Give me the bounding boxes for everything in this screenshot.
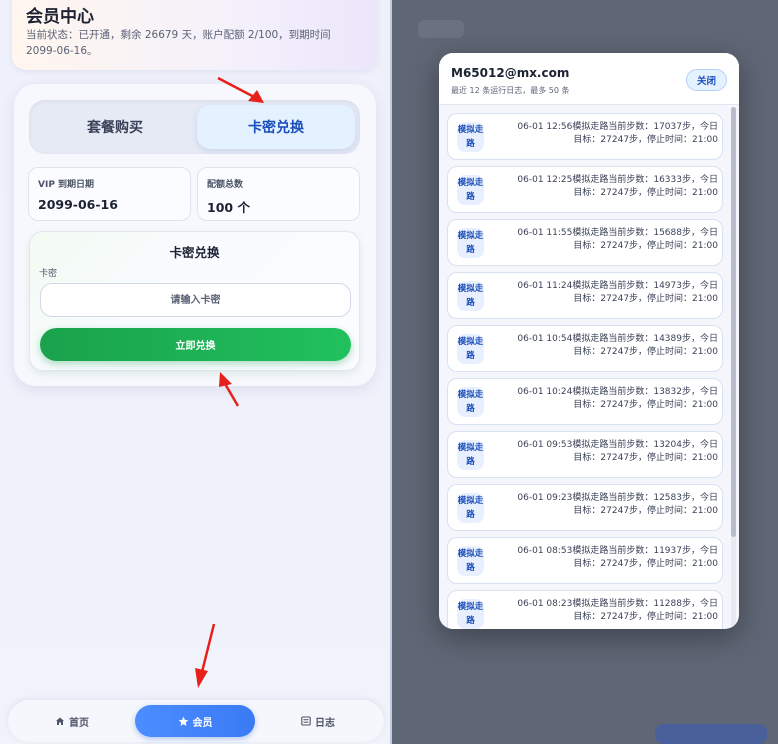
log-tag: 模拟走路 xyxy=(457,546,484,576)
stat-label: VIP 到期日期 xyxy=(38,180,95,190)
close-button[interactable]: 关闭 xyxy=(686,69,727,91)
log-line: 目标：27247步，停止时间：21:00 xyxy=(573,506,718,516)
log-text: 06-01 12:25模拟走路当前步数：16333步，今日目标：27247步，停… xyxy=(498,174,718,200)
log-modal: M65012@mx.com 最近 12 条运行日志，最多 50 条 关闭 模拟走… xyxy=(439,53,739,629)
modal-header: M65012@mx.com 最近 12 条运行日志，最多 50 条 关闭 xyxy=(439,53,739,105)
log-line: 目标：27247步，停止时间：21:00 xyxy=(573,400,718,410)
log-text: 06-01 12:56模拟走路当前步数：17037步，今日目标：27247步，停… xyxy=(498,121,718,147)
tab-bar: 套餐购买 卡密兑换 xyxy=(29,100,360,154)
log-line: 06-01 11:24模拟走路当前步数：14973步，今日 xyxy=(517,281,718,291)
log-tag: 模拟走路 xyxy=(457,281,484,311)
page-title: 会员中心 xyxy=(26,7,94,27)
log-text: 06-01 11:55模拟走路当前步数：15688步，今日目标：27247步，停… xyxy=(498,227,718,253)
log-tag: 模拟走路 xyxy=(457,334,484,364)
log-item: 模拟走路 06-01 08:23模拟走路当前步数：11288步，今日目标：272… xyxy=(447,590,723,629)
bottom-nav: 首页 会员 日志 xyxy=(8,700,384,742)
nav-item-label: 会员 xyxy=(192,717,213,729)
log-tag: 模拟走路 xyxy=(457,599,484,629)
log-line: 目标：27247步，停止时间：21:00 xyxy=(573,294,718,304)
modal-subtitle: 最近 12 条运行日志，最多 50 条 xyxy=(451,86,570,95)
log-item: 模拟走路 06-01 11:24模拟走路当前步数：14973步，今日目标：272… xyxy=(447,272,723,319)
log-text: 06-01 10:54模拟走路当前步数：14389步，今日目标：27247步，停… xyxy=(498,333,718,359)
scrollbar-thumb[interactable] xyxy=(731,107,736,537)
nav-item-member[interactable]: 会员 xyxy=(135,705,255,737)
log-line: 目标：27247步，停止时间：21:00 xyxy=(573,612,718,622)
log-text: 06-01 11:24模拟走路当前步数：14973步，今日目标：27247步，停… xyxy=(498,280,718,306)
member-status-text: 当前状态：已开通，剩余 26679 天，账户配额 2/100，到期时间 2099… xyxy=(26,29,331,57)
log-line: 目标：27247步，停止时间：21:00 xyxy=(573,559,718,569)
log-item: 模拟走路 06-01 09:23模拟走路当前步数：12583步，今日目标：272… xyxy=(447,484,723,531)
quota-total-stat: 配额总数 100 个 xyxy=(197,167,360,221)
member-center-panel: 会员中心 当前状态：已开通，剩余 26679 天，账户配额 2/100，到期时间… xyxy=(0,0,392,744)
log-item: 模拟走路 06-01 12:56模拟走路当前步数：17037步，今日目标：272… xyxy=(447,113,723,160)
log-line: 06-01 08:23模拟走路当前步数：11288步，今日 xyxy=(517,599,718,609)
background-header-placeholder xyxy=(418,20,464,38)
log-item: 模拟走路 06-01 08:53模拟走路当前步数：11937步，今日目标：272… xyxy=(447,537,723,584)
tab-card-redeem[interactable]: 卡密兑换 xyxy=(197,105,355,149)
log-text: 06-01 10:24模拟走路当前步数：13832步，今日目标：27247步，停… xyxy=(498,386,718,412)
star-icon xyxy=(178,716,188,726)
nav-item-label: 日志 xyxy=(315,717,335,729)
nav-item-label: 首页 xyxy=(69,717,89,729)
log-line: 目标：27247步，停止时间：21:00 xyxy=(573,453,718,463)
tab-package-purchase[interactable]: 套餐购买 xyxy=(36,105,194,149)
log-line: 目标：27247步，停止时间：21:00 xyxy=(573,241,718,251)
annotation-arrow-icon xyxy=(217,76,264,103)
log-line: 目标：27247步，停止时间：21:00 xyxy=(573,135,718,145)
log-line: 06-01 09:23模拟走路当前步数：12583步，今日 xyxy=(517,493,718,503)
log-line: 06-01 12:25模拟走路当前步数：16333步，今日 xyxy=(517,175,718,185)
redeem-field-label: 卡密 xyxy=(39,269,58,279)
log-item: 模拟走路 06-01 12:25模拟走路当前步数：16333步，今日目标：272… xyxy=(447,166,723,213)
nav-item-home[interactable]: 首页 xyxy=(12,705,132,737)
log-item: 模拟走路 06-01 10:24模拟走路当前步数：13832步，今日目标：272… xyxy=(447,378,723,425)
nav-item-logs[interactable]: 日志 xyxy=(258,705,378,737)
log-line: 06-01 10:54模拟走路当前步数：14389步，今日 xyxy=(517,334,718,344)
log-line: 06-01 11:55模拟走路当前步数：15688步，今日 xyxy=(517,228,718,238)
log-line: 06-01 12:56模拟走路当前步数：17037步，今日 xyxy=(517,122,718,132)
log-tag: 模拟走路 xyxy=(457,175,484,205)
log-line: 06-01 10:24模拟走路当前步数：13832步，今日 xyxy=(517,387,718,397)
redeem-now-button[interactable]: 立即兑换 xyxy=(40,328,351,361)
log-tag: 模拟走路 xyxy=(457,387,484,417)
log-item: 模拟走路 06-01 11:55模拟走路当前步数：15688步，今日目标：272… xyxy=(447,219,723,266)
log-text: 06-01 08:53模拟走路当前步数：11937步，今日目标：27247步，停… xyxy=(498,545,718,571)
background-button-placeholder xyxy=(655,724,767,744)
home-icon xyxy=(56,717,64,725)
log-text: 06-01 09:23模拟走路当前步数：12583步，今日目标：27247步，停… xyxy=(498,492,718,518)
log-item: 模拟走路 06-01 10:54模拟走路当前步数：14389步，今日目标：272… xyxy=(447,325,723,372)
log-text: 06-01 08:23模拟走路当前步数：11288步，今日目标：27247步，停… xyxy=(498,598,718,624)
log-line: 目标：27247步，停止时间：21:00 xyxy=(573,188,718,198)
log-tag: 模拟走路 xyxy=(457,228,484,258)
log-scrollbar[interactable] xyxy=(731,107,736,627)
log-line: 06-01 09:53模拟走路当前步数：13204步，今日 xyxy=(517,440,718,450)
vip-expiry-stat: VIP 到期日期 2099-06-16 xyxy=(28,167,191,221)
stat-value: 100 个 xyxy=(207,200,250,215)
log-text: 06-01 09:53模拟走路当前步数：13204步，今日目标：27247步，停… xyxy=(498,439,718,465)
annotation-arrow-icon xyxy=(195,623,216,688)
modal-title: M65012@mx.com xyxy=(451,66,570,80)
log-item: 模拟走路 06-01 09:53模拟走路当前步数：13204步，今日目标：272… xyxy=(447,431,723,478)
stat-value: 2099-06-16 xyxy=(38,197,118,212)
log-line: 06-01 08:53模拟走路当前步数：11937步，今日 xyxy=(517,546,718,556)
redeem-title: 卡密兑换 xyxy=(169,245,220,260)
log-tag: 模拟走路 xyxy=(457,493,484,523)
log-tag: 模拟走路 xyxy=(457,122,484,152)
log-tag: 模拟走路 xyxy=(457,440,484,470)
card-key-input[interactable] xyxy=(40,283,351,317)
list-icon xyxy=(301,716,311,726)
log-line: 目标：27247步，停止时间：21:00 xyxy=(573,347,718,357)
stat-label: 配额总数 xyxy=(207,180,244,190)
annotation-arrow-icon xyxy=(219,372,240,407)
redeem-card: 卡密兑换 卡密 立即兑换 xyxy=(29,231,360,371)
